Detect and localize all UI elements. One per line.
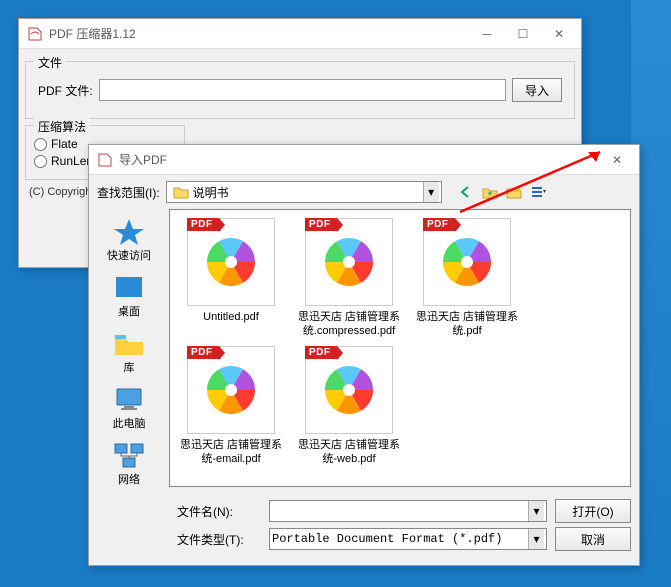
filetype-label: 文件类型(T): (177, 531, 261, 548)
pdf-badge: PDF (305, 346, 337, 359)
file-name: 思迅天店 店铺管理系统-web.pdf (296, 438, 402, 466)
file-item[interactable]: PDF 思迅天店 店铺管理系统.pdf (414, 218, 520, 338)
file-group: 文件 PDF 文件: 导入 (25, 61, 575, 119)
quick-icon (112, 217, 146, 245)
pdf-badge: PDF (423, 218, 455, 231)
close-button[interactable]: ✕ (541, 22, 577, 46)
place-network[interactable]: 网络 (94, 441, 164, 487)
cancel-button[interactable]: 取消 (555, 527, 631, 551)
dialog-icon (97, 152, 113, 168)
place-desktop[interactable]: 桌面 (94, 273, 164, 319)
chevron-down-icon[interactable]: ▾ (423, 182, 439, 202)
lookin-combo[interactable]: 说明书 ▾ (166, 181, 442, 203)
back-icon[interactable] (456, 182, 476, 202)
dialog-close-button[interactable]: ✕ (599, 148, 635, 172)
view-menu-icon[interactable] (528, 182, 548, 202)
minimize-button[interactable]: ─ (469, 22, 505, 46)
app-icon (27, 26, 43, 42)
file-name: 思迅天店 店铺管理系统.compressed.pdf (296, 310, 402, 338)
file-item[interactable]: PDF Untitled.pdf (178, 218, 284, 338)
maximize-button[interactable]: ☐ (505, 22, 541, 46)
file-listing: PDF Untitled.pdf PDF 思迅天店 店铺管理系统.compressed… (169, 209, 631, 487)
place-thispc[interactable]: 此电脑 (94, 385, 164, 431)
import-button[interactable]: 导入 (512, 78, 562, 102)
new-folder-icon[interactable] (504, 182, 524, 202)
file-name: 思迅天店 店铺管理系统-email.pdf (178, 438, 284, 466)
window-title: PDF 压缩器1.12 (49, 25, 469, 42)
titlebar: PDF 压缩器1.12 ─ ☐ ✕ (19, 19, 581, 49)
lookin-row: 查找范围(I): 说明书 ▾ (89, 175, 639, 209)
file-thumbnail: PDF (187, 218, 275, 306)
file-item[interactable]: PDF 思迅天店 店铺管理系统.compressed.pdf (296, 218, 402, 338)
file-thumbnail: PDF (305, 346, 393, 434)
places-bar: 快速访问桌面库此电脑网络 (89, 209, 169, 491)
pdf-badge: PDF (187, 218, 219, 231)
file-item[interactable]: PDF 思迅天店 店铺管理系统-email.pdf (178, 346, 284, 466)
desktop-icon (112, 273, 146, 301)
filetype-value: Portable Document Format (*.pdf) (272, 532, 528, 546)
filename-combo[interactable]: ▾ (269, 500, 547, 522)
pdf-file-input[interactable] (99, 79, 506, 101)
file-group-label: 文件 (34, 54, 66, 71)
pdf-badge: PDF (187, 346, 219, 359)
folder-icon (173, 184, 189, 200)
dialog-titlebar: 导入PDF ✕ (89, 145, 639, 175)
file-name: Untitled.pdf (203, 310, 259, 324)
thispc-icon (112, 385, 146, 413)
pdf-file-label: PDF 文件: (38, 82, 93, 99)
lookin-label: 查找范围(I): (97, 184, 160, 201)
dialog-title: 导入PDF (119, 151, 599, 168)
import-dialog: 导入PDF ✕ 查找范围(I): 说明书 ▾ 快速访问桌面库此电脑网络 PDF U… (88, 144, 640, 566)
file-item[interactable]: PDF 思迅天店 店铺管理系统-web.pdf (296, 346, 402, 466)
network-icon (112, 441, 146, 469)
lookin-value: 说明书 (193, 184, 423, 201)
place-quick[interactable]: 快速访问 (94, 217, 164, 263)
chevron-down-icon[interactable]: ▾ (528, 501, 544, 521)
pdf-badge: PDF (305, 218, 337, 231)
file-thumbnail: PDF (305, 218, 393, 306)
file-thumbnail: PDF (423, 218, 511, 306)
libraries-icon (112, 329, 146, 357)
up-folder-icon[interactable] (480, 182, 500, 202)
filename-label: 文件名(N): (177, 503, 261, 520)
algo-group-label: 压缩算法 (34, 118, 90, 135)
chevron-down-icon[interactable]: ▾ (528, 529, 544, 549)
file-thumbnail: PDF (187, 346, 275, 434)
filetype-combo[interactable]: Portable Document Format (*.pdf) ▾ (269, 528, 547, 550)
place-libraries[interactable]: 库 (94, 329, 164, 375)
file-name: 思迅天店 店铺管理系统.pdf (414, 310, 520, 338)
open-button[interactable]: 打开(O) (555, 499, 631, 523)
